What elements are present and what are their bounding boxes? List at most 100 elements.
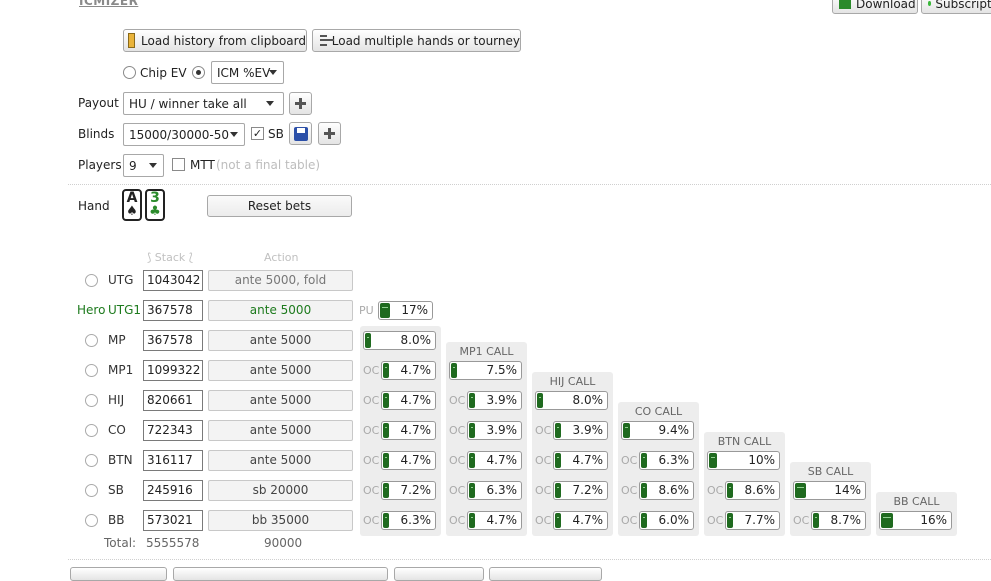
action-button[interactable]: ante 5000 [208,360,353,381]
stack-input[interactable]: 245916 [143,480,203,501]
card-2-suit: ♣ [149,204,161,219]
stack-header[interactable]: ⟆ Stack ⟅ [147,251,193,264]
call-range-bar[interactable]: 3.9% [467,421,522,440]
call-range-bar[interactable]: 16% [879,511,952,530]
sb-label: SB [268,127,284,141]
call-tag: OC [621,484,638,497]
call-range-bar[interactable]: 8.7% [811,511,866,530]
stack-input[interactable]: 722343 [143,420,203,441]
sb-checkbox[interactable]: ✓ [251,127,264,140]
call-range-bar[interactable]: 4.7% [467,511,522,530]
hero-select-radio[interactable] [85,514,98,527]
players-value: 9 [129,158,137,173]
bottom-button-3[interactable] [394,567,484,581]
hero-select-radio[interactable] [85,424,98,437]
action-button[interactable]: ante 5000, fold [208,270,353,291]
action-button[interactable]: ante 5000 [208,330,353,351]
range-percent: 8.6% [658,483,690,497]
call-range-bar[interactable]: 10% [707,451,780,470]
icm-ev-select[interactable]: ICM %EV [211,61,284,84]
call-range-bar[interactable]: 4.7% [553,511,608,530]
call-range-bar[interactable]: 7.5% [449,361,522,380]
hero-select-radio[interactable] [85,334,98,347]
call-range-bar[interactable]: 6.0% [639,511,694,530]
bottom-button-1[interactable] [70,567,167,581]
chip-ev-radio[interactable] [123,66,136,79]
push-tag: PU [359,304,374,317]
call-range-bar[interactable]: 8.6% [639,481,694,500]
hero-push-bar[interactable]: 17% [378,301,433,320]
stack-input[interactable]: 367578 [143,300,203,321]
players-select[interactable]: 9 [123,154,164,177]
hero-select-radio[interactable] [85,484,98,497]
action-button[interactable]: ante 5000 [208,450,353,471]
app-title[interactable]: ICMIZER [79,0,138,8]
call-range-bar[interactable]: 4.7% [381,451,436,470]
call-range-bar[interactable]: 8.0% [535,391,608,410]
stack-input[interactable]: 1099322 [143,360,203,381]
add-payout-button[interactable] [289,92,312,115]
stack-input[interactable]: 367578 [143,330,203,351]
action-button[interactable]: ante 5000 [208,300,353,321]
bottom-button-4[interactable] [489,567,602,581]
call-range-bar[interactable]: 8.6% [725,481,780,500]
call-range-bar[interactable]: 4.7% [553,451,608,470]
call-range-bar[interactable]: 6.3% [467,481,522,500]
save-blinds-button[interactable] [289,122,312,145]
subscription-button[interactable]: Subscripti [921,0,991,14]
hand-card-2[interactable]: 3 ♣ [145,189,165,221]
action-button[interactable]: ante 5000 [208,420,353,441]
total-label: Total: [104,536,137,550]
load-clipboard-button[interactable]: Load history from clipboard [123,29,307,52]
range-fill [383,513,389,528]
range-fill [881,513,893,528]
call-range-bar[interactable]: 6.3% [639,451,694,470]
call-range-bar[interactable]: 9.4% [621,421,694,440]
call-range-bar[interactable]: 3.9% [553,421,608,440]
call-range-bar[interactable]: 6.3% [381,511,436,530]
stack-input[interactable]: 316117 [143,450,203,471]
mtt-checkbox[interactable] [172,158,185,171]
call-range-bar[interactable]: 8.0% [363,331,436,350]
range-fill [383,453,389,468]
call-range-bar[interactable]: 4.7% [381,421,436,440]
range-fill [813,513,819,528]
call-range-bar[interactable]: 7.7% [725,511,780,530]
call-range-bar[interactable]: 4.7% [381,361,436,380]
bottom-button-2[interactable] [173,567,388,581]
range-percent: 4.7% [572,513,604,527]
stack-input[interactable]: 573021 [143,510,203,531]
chip-ev-label: Chip EV [140,66,187,80]
payout-select[interactable]: HU / winner take all [123,92,284,115]
add-blinds-button[interactable] [318,122,341,145]
range-percent: 6.3% [486,483,518,497]
mtt-label: MTT [190,158,215,172]
stack-input[interactable]: 1043042 [143,270,203,291]
chevron-down-icon [230,132,238,137]
total-action: 90000 [264,536,303,550]
action-button[interactable]: bb 35000 [208,510,353,531]
range-percent: 8.7% [830,513,862,527]
position-label: UTG [108,273,134,287]
load-multiple-button[interactable]: Load multiple hands or tourney [312,29,521,52]
hero-select-radio[interactable] [85,364,98,377]
icm-ev-radio[interactable] [192,66,205,79]
blinds-select[interactable]: 15000/30000-500 [123,123,245,146]
hero-select-radio[interactable] [85,394,98,407]
action-button[interactable]: ante 5000 [208,390,353,411]
call-range-bar[interactable]: 14% [793,481,866,500]
range-percent: 4.7% [400,453,432,467]
call-range-bar[interactable]: 3.9% [467,391,522,410]
action-button[interactable]: sb 20000 [208,480,353,501]
hand-card-1[interactable]: A ♠ [122,189,142,221]
reset-bets-button[interactable]: Reset bets [207,195,352,217]
download-button[interactable]: Download [832,0,918,14]
call-range-bar[interactable]: 4.7% [381,391,436,410]
call-range-bar[interactable]: 4.7% [467,451,522,470]
download-icon [839,0,851,9]
call-range-bar[interactable]: 7.2% [553,481,608,500]
hero-select-radio[interactable] [85,274,98,287]
stack-input[interactable]: 820661 [143,390,203,411]
hero-select-radio[interactable] [85,454,98,467]
call-range-bar[interactable]: 7.2% [381,481,436,500]
